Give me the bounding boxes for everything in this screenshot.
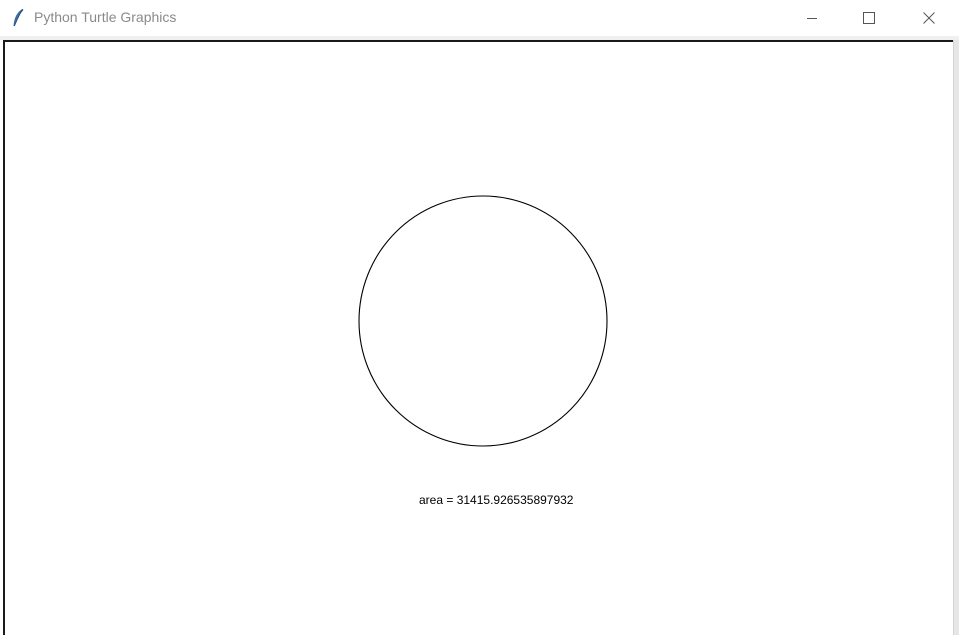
window-right-edge <box>953 40 959 635</box>
area-output-text: area = 31415.926535897932 <box>419 493 574 507</box>
drawn-circle <box>358 195 608 447</box>
turtle-window: Python Turtle Graphics area = 31415.9265… <box>0 0 959 635</box>
turtle-canvas[interactable]: area = 31415.926535897932 <box>3 40 955 635</box>
maximize-icon <box>863 12 875 24</box>
minimize-icon <box>807 18 817 19</box>
minimize-button[interactable] <box>789 0 835 36</box>
close-button[interactable] <box>906 0 952 36</box>
window-title: Python Turtle Graphics <box>34 9 177 25</box>
maximize-button[interactable] <box>846 0 892 36</box>
feather-icon <box>13 8 24 27</box>
drawing-layer <box>358 195 608 447</box>
close-icon <box>923 12 935 24</box>
title-bar[interactable]: Python Turtle Graphics <box>0 0 959 36</box>
